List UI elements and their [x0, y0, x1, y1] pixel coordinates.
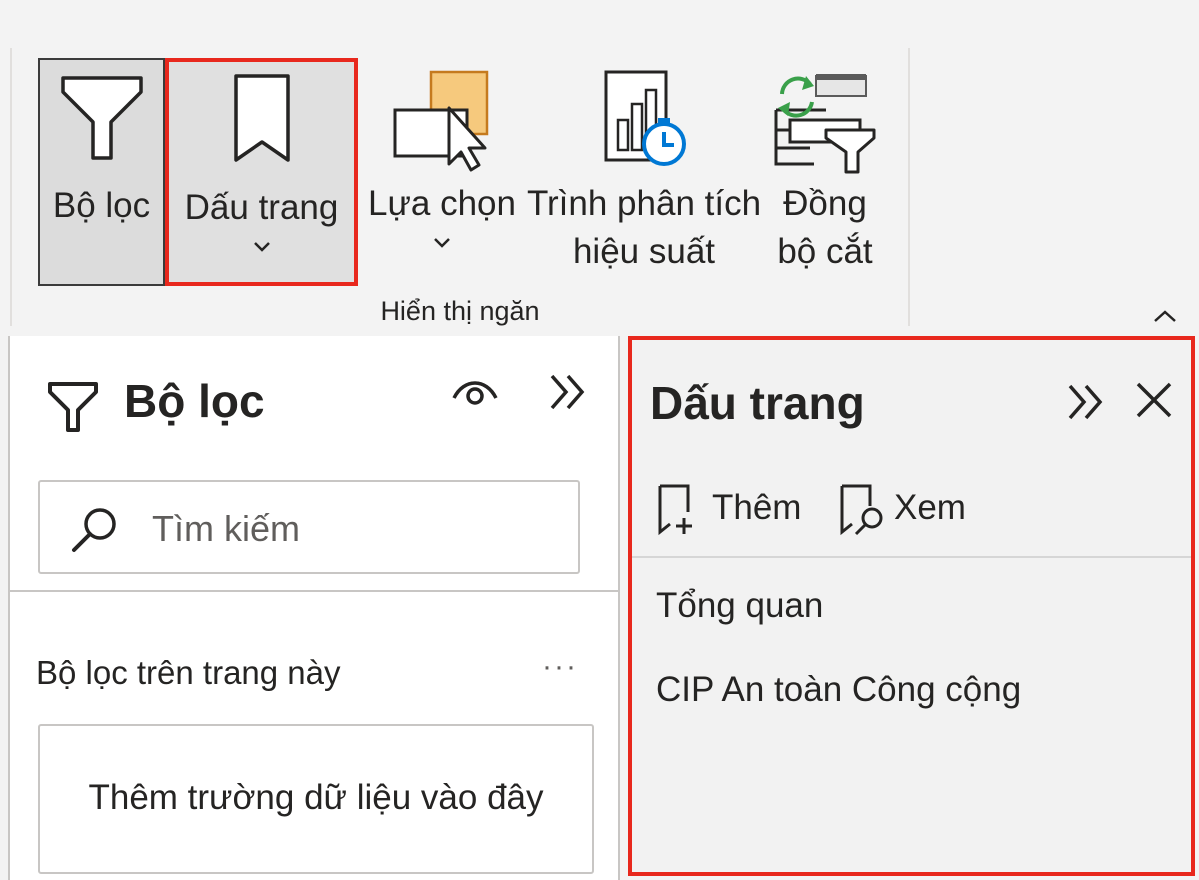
- chevron-down-icon[interactable]: [169, 240, 354, 254]
- filters-button-label: Bộ lọc: [52, 186, 151, 225]
- sync-slicers-button[interactable]: Đồng bộ cắt: [770, 58, 880, 286]
- bookmarks-button-label: Dấu trang: [184, 188, 339, 227]
- close-icon[interactable]: [1132, 378, 1176, 427]
- bookmarks-pane-title: Dấu trang: [650, 377, 865, 429]
- filters-pane: Bộ lọc Bộ lọc trên trang này ··· Thêm tr…: [8, 336, 620, 880]
- selection-button-label: Lựa chọn: [368, 184, 516, 223]
- divider: [10, 590, 618, 592]
- sync-slicers-label: Đồng bộ cắt: [770, 180, 880, 276]
- view-bookmark-button[interactable]: Xem: [838, 480, 978, 540]
- expand-pane-icon[interactable]: [546, 370, 590, 419]
- chevron-down-icon[interactable]: [366, 236, 518, 250]
- search-input[interactable]: [150, 506, 554, 552]
- ribbon: Bộ lọc Dấu trang Lựa chọn Trình phân tíc…: [0, 0, 1199, 336]
- performance-analyzer-icon: [524, 68, 764, 178]
- more-options-button[interactable]: ···: [542, 650, 578, 684]
- add-bookmark-button[interactable]: Thêm: [656, 480, 806, 540]
- filters-pane-button[interactable]: Bộ lọc: [38, 58, 165, 286]
- sync-slicers-label-line2: bộ cắt: [777, 232, 873, 271]
- performance-analyzer-label-line1: Trình phân tích: [526, 184, 762, 223]
- bookmark-list-item[interactable]: CIP An toàn Công cộng: [656, 670, 1021, 710]
- search-icon: [68, 504, 122, 561]
- selection-pane-button[interactable]: Lựa chọn: [366, 58, 518, 286]
- bookmarks-pane-button[interactable]: Dấu trang: [165, 58, 358, 286]
- filter-icon: [40, 70, 163, 180]
- performance-analyzer-label: Trình phân tích hiệu suất: [524, 180, 764, 276]
- filter-drop-zone[interactable]: Thêm trường dữ liệu vào đây: [38, 724, 594, 874]
- collapse-ribbon-icon[interactable]: [1150, 306, 1180, 330]
- filter-icon: [46, 378, 100, 439]
- view-bookmark-icon: [838, 482, 888, 541]
- add-bookmark-icon: [656, 482, 700, 541]
- performance-analyzer-label-line2: hiệu suất: [572, 232, 716, 271]
- ribbon-group-label: Hiển thị ngăn: [380, 296, 540, 326]
- bookmark-icon: [169, 72, 354, 182]
- eye-icon[interactable]: [450, 374, 500, 415]
- ribbon-divider: [10, 48, 12, 326]
- selection-icon: [366, 68, 518, 178]
- sync-slicers-label-line1: Đồng: [783, 184, 867, 223]
- sync-slicers-icon: [770, 68, 880, 178]
- filters-pane-title: Bộ lọc: [124, 375, 265, 427]
- bookmarks-pane: Dấu trang Thêm Xem Tổng quan CIP An toàn…: [628, 336, 1195, 876]
- filters-on-this-page-heading: Bộ lọc trên trang này: [36, 654, 341, 691]
- drop-zone-text: Thêm trường dữ liệu vào đây: [88, 778, 544, 817]
- add-bookmark-label: Thêm: [712, 488, 802, 527]
- bookmark-list-item[interactable]: Tổng quan: [656, 586, 823, 626]
- filter-search-box[interactable]: [38, 480, 580, 574]
- performance-analyzer-button[interactable]: Trình phân tích hiệu suất: [524, 58, 764, 286]
- divider: [632, 556, 1191, 558]
- expand-pane-icon[interactable]: [1064, 380, 1108, 429]
- ribbon-divider: [908, 48, 910, 326]
- view-bookmark-label: Xem: [894, 488, 966, 527]
